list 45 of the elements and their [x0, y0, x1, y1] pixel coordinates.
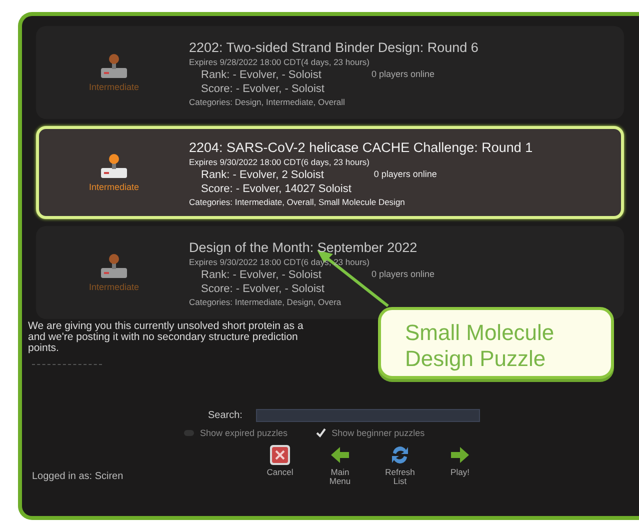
puzzle-row[interactable] [36, 26, 624, 119]
refresh-icon[interactable] [389, 444, 411, 466]
checkmark-icon [316, 428, 326, 438]
expiry-text: Expires 9/30/2022 18:00 CDT(6 days, 23 hours) [189, 157, 370, 167]
checkbox[interactable] [316, 428, 326, 438]
difficulty-label: Intermediate [88, 182, 140, 192]
joystick-icon [99, 53, 129, 79]
puzzle-description: We are giving you this currently unsolved short protein as a and we're posting it with no secondary structure prediction points. [27, 321, 304, 354]
joystick-icon [99, 253, 129, 279]
rank-text: Rank: - Evolver, - Soloist [201, 269, 322, 281]
left-arrow-icon[interactable] [329, 444, 351, 466]
option-label: Show beginner puzzles [332, 428, 425, 438]
puzzle-title: Design of the Month: September 2022 [189, 240, 418, 255]
rank-text: Rank: - Evolver, 2 Soloist [201, 169, 324, 181]
search-label: Search: [208, 410, 242, 421]
score-text: Score: - Evolver, - Soloist [200, 83, 326, 95]
expiry-text: Expires 9/28/2022 18:00 CDT(4 days, 23 hours) [189, 57, 370, 67]
players-online: 0 players online [374, 169, 437, 181]
checkbox[interactable] [184, 430, 194, 436]
players-online: 0 players online [371, 69, 434, 81]
callout-label: Small Molecule Design Puzzle [378, 307, 614, 379]
players-online: 0 players online [371, 269, 434, 281]
puzzle-title: 2202: Two-sided Strand Binder Design: Round 6 [189, 40, 478, 55]
expiry-text: Expires 9/30/2022 18:00 CDT(6 days, 23 hours) [189, 257, 370, 267]
score-text: Score: - Evolver, 14027 Soloist [200, 183, 352, 195]
puzzle-title: 2204: SARS-CoV-2 helicase CACHE Challenge: Round 1 [189, 140, 533, 155]
difficulty-label: Intermediate [88, 282, 140, 292]
rank-text: Rank: - Evolver, - Soloist [201, 69, 322, 81]
joystick-icon [99, 153, 129, 179]
toolbar-button[interactable]: Cancel [258, 444, 302, 486]
toolbar-button[interactable]: Refresh List [378, 444, 422, 486]
search-field[interactable] [256, 409, 480, 422]
puzzle-row[interactable] [36, 126, 624, 219]
option-label: Show expired puzzles [200, 428, 288, 438]
login-status: Logged in as: Sciren [31, 471, 124, 484]
puzzle-row[interactable] [36, 226, 624, 319]
score-text: Score: - Evolver, - Soloist [200, 283, 326, 295]
toolbar-button[interactable]: Play! [438, 444, 482, 486]
difficulty-label: Intermediate [88, 82, 140, 92]
categories-text: Categories: Design, Intermediate, Overall [189, 97, 346, 107]
toolbar-button[interactable]: Main Menu [318, 444, 362, 486]
close-icon[interactable] [269, 444, 291, 466]
categories-text: Categories: Intermediate, Overall, Small Molecule Design [189, 197, 406, 207]
right-arrow-icon[interactable] [449, 444, 471, 466]
categories-text: Categories: Intermediate, Design, Overa [189, 297, 342, 307]
